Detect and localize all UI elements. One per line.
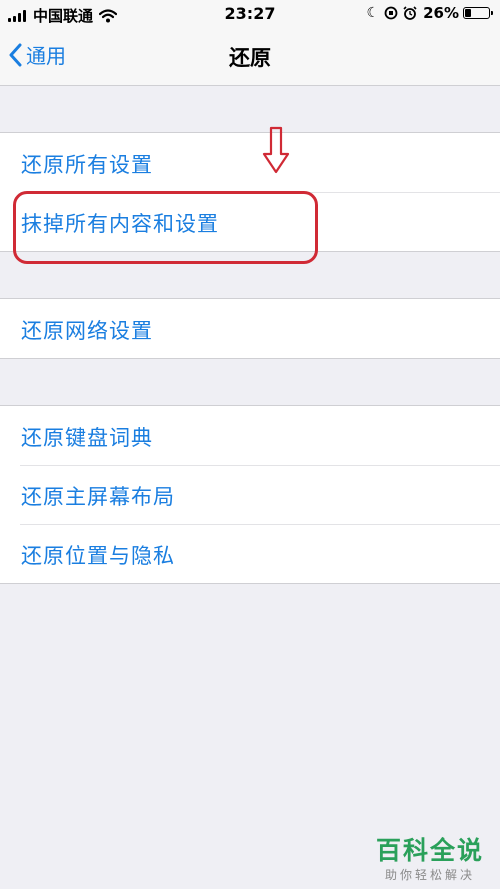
settings-group-3: 还原键盘词典 还原主屏幕布局 还原位置与隐私	[0, 405, 500, 584]
watermark-logo: 百科全说 助你轻松解决	[370, 836, 490, 883]
battery-percent: 26%	[423, 4, 459, 22]
reset-network-settings-row[interactable]: 还原网络设置	[0, 299, 500, 358]
page-title: 还原	[229, 46, 271, 70]
status-right: ☾ 26%	[362, 4, 493, 22]
row-label: 还原网络设置	[21, 319, 153, 343]
highlight-box	[13, 191, 318, 264]
reset-location-privacy-row[interactable]: 还原位置与隐私	[0, 524, 500, 583]
row-label: 还原所有设置	[21, 153, 153, 177]
orientation-lock-icon	[384, 6, 398, 20]
down-arrow-icon	[262, 126, 290, 174]
battery-icon	[463, 7, 493, 19]
alarm-icon	[403, 6, 417, 20]
row-label: 还原位置与隐私	[21, 544, 175, 568]
reset-keyboard-dictionary-row[interactable]: 还原键盘词典	[0, 406, 500, 465]
reset-home-screen-layout-row[interactable]: 还原主屏幕布局	[0, 465, 500, 524]
watermark-title: 百科全说	[375, 836, 484, 865]
row-label: 还原键盘词典	[21, 426, 153, 450]
watermark-subtitle: 助你轻松解决	[384, 868, 475, 882]
status-bar: 中国联通 23:27 ☾ 26%	[0, 0, 500, 28]
moon-icon: ☾	[366, 5, 380, 21]
settings-group-2: 还原网络设置	[0, 298, 500, 359]
navigation-bar: 通用 还原	[0, 28, 500, 86]
reset-all-settings-row[interactable]: 还原所有设置	[0, 133, 500, 192]
row-label: 还原主屏幕布局	[21, 485, 175, 509]
